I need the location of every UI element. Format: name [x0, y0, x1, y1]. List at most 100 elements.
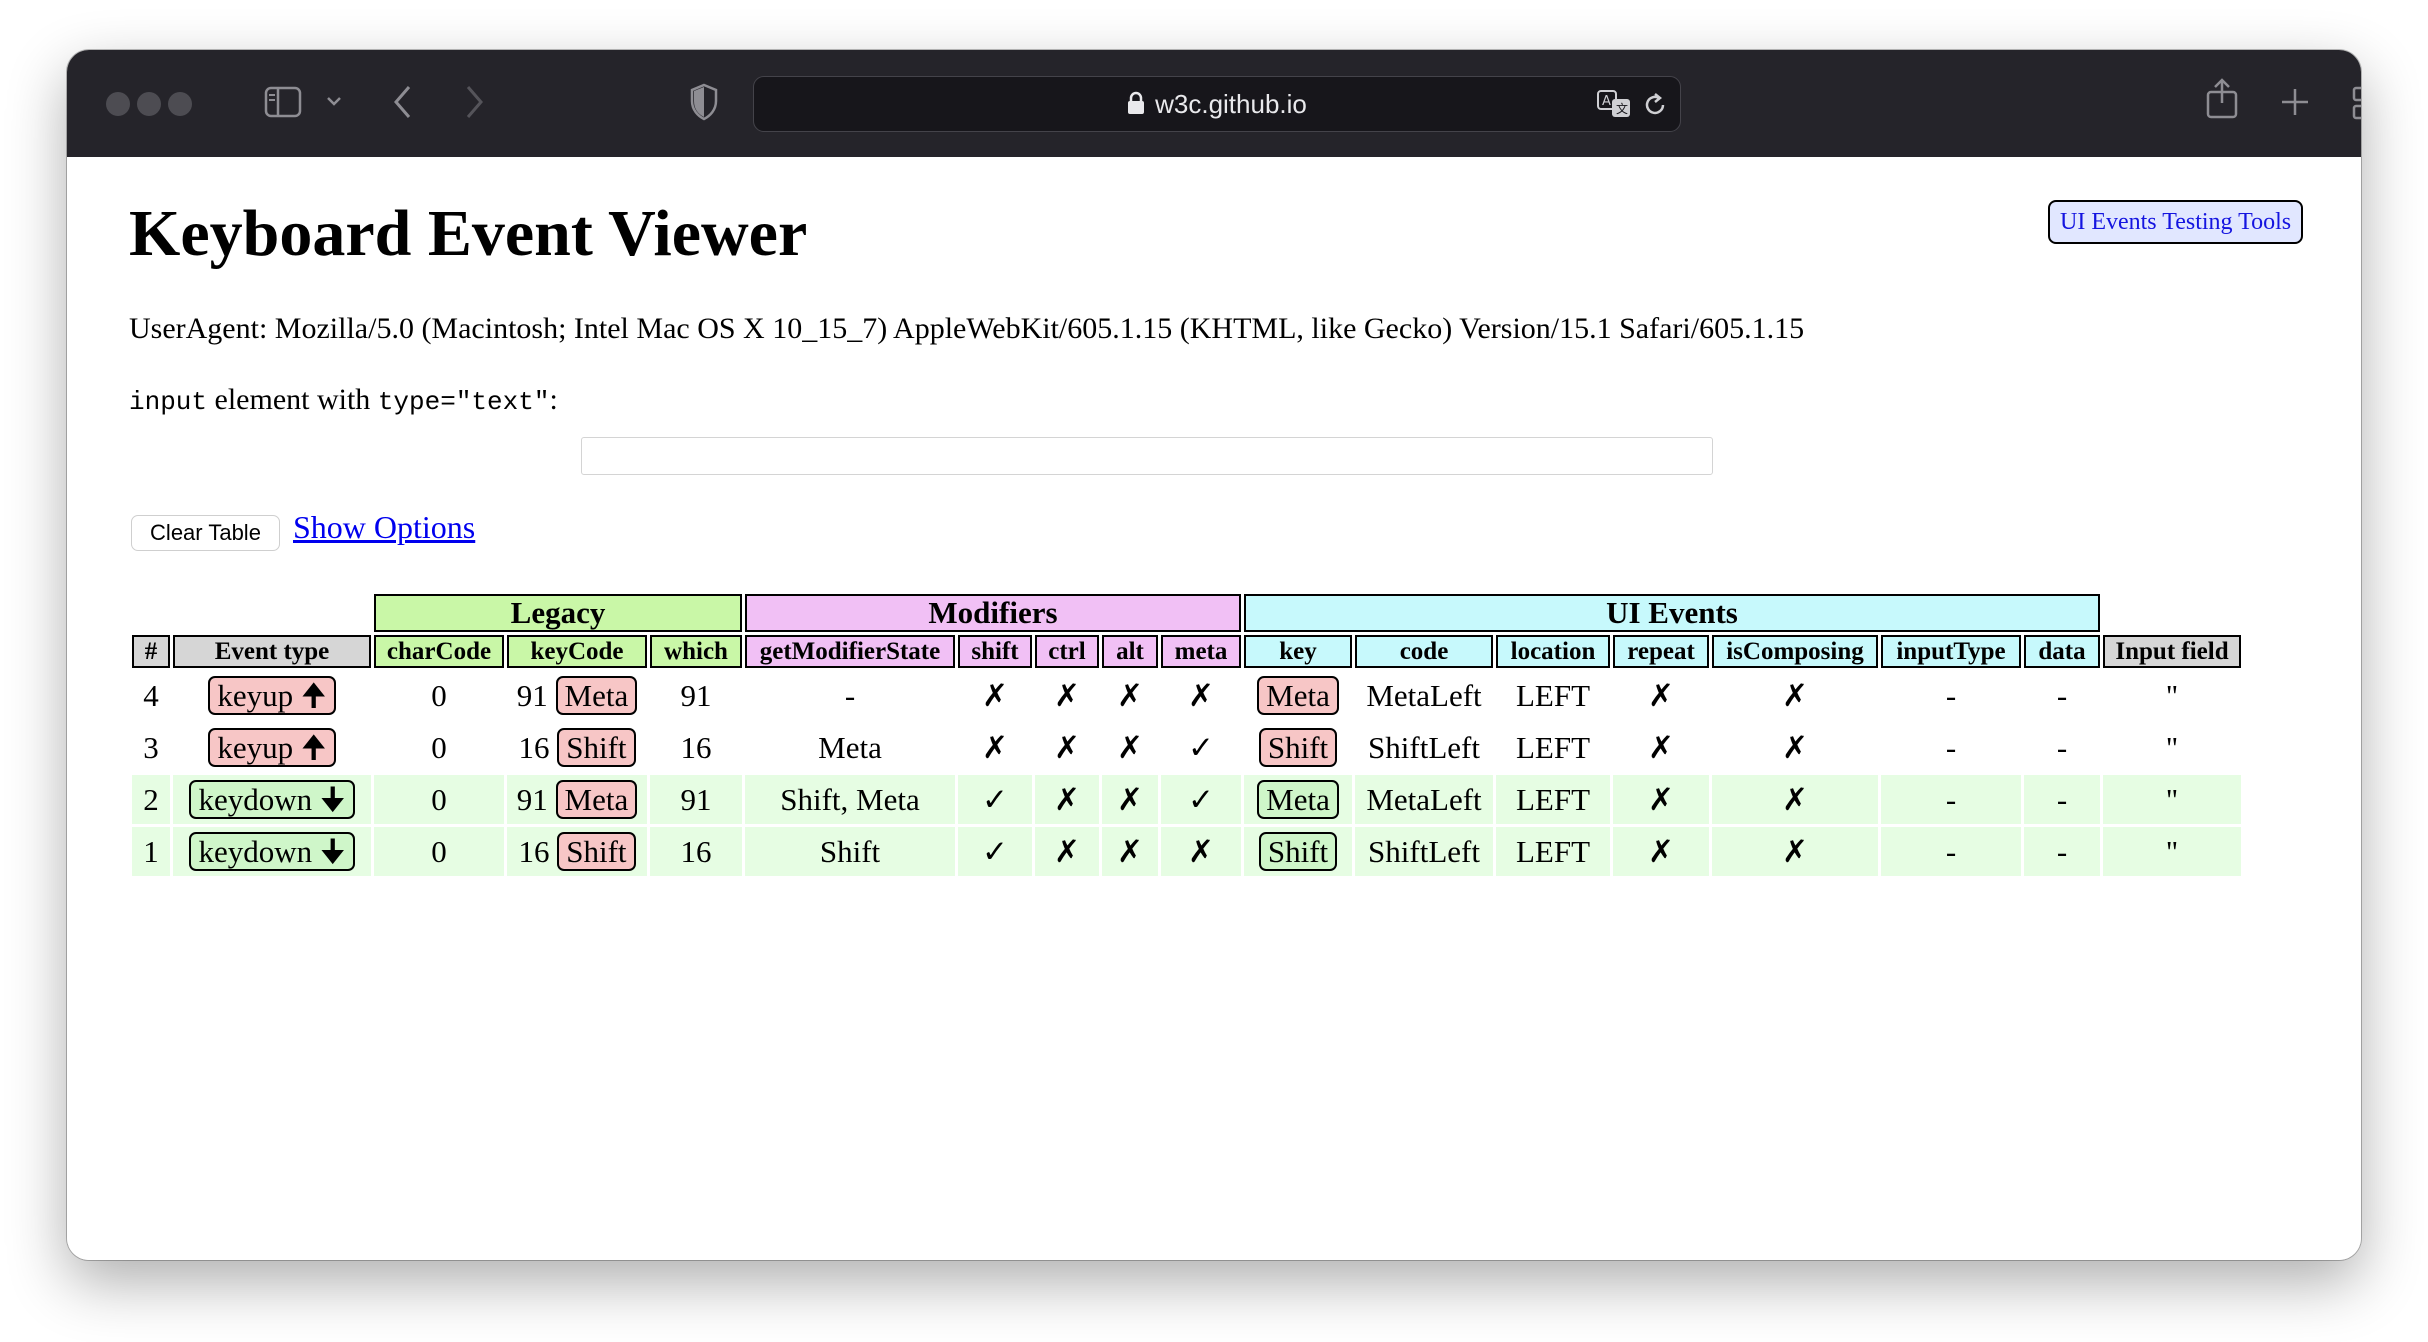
- event-type-label: keyup: [217, 730, 294, 765]
- key-badge: Meta: [1257, 676, 1339, 715]
- cell-code: ShiftLeft: [1355, 827, 1493, 876]
- arrow-down-icon: 🠋: [319, 782, 346, 817]
- cell-which: 16: [680, 729, 712, 765]
- cell-keycode: 91 Meta: [507, 775, 647, 824]
- cell-which: 91: [680, 677, 712, 713]
- shield-icon[interactable]: [689, 83, 719, 121]
- cell-which: 16: [650, 827, 742, 876]
- cell-num: 2: [132, 775, 170, 824]
- group-header-ui-events: UI Events: [1244, 594, 2100, 632]
- chevron-down-icon[interactable]: [326, 95, 342, 107]
- keycode-key-badge: Shift: [557, 832, 636, 871]
- cell-meta: ✓: [1188, 729, 1214, 765]
- cell-data: -: [2024, 827, 2100, 876]
- group-header-row: Legacy Modifiers UI Events: [132, 594, 2241, 632]
- col-header-event-type: Event type: [173, 635, 371, 668]
- cell-input-field: '': [2166, 677, 2178, 713]
- cell-location: LEFT: [1496, 775, 1610, 824]
- minimize-window-button[interactable]: [137, 92, 161, 116]
- cell-keycode: 91 Meta: [507, 671, 647, 720]
- forward-icon[interactable]: [463, 84, 485, 120]
- cell-data: -: [2024, 775, 2100, 824]
- cell-shift: ✓: [958, 827, 1032, 876]
- key-badge: Meta: [1257, 780, 1339, 819]
- cell-ctrl: ✗: [1054, 729, 1080, 765]
- input-label-colon: :: [549, 383, 558, 416]
- key-badge: Shift: [1258, 728, 1338, 767]
- cell-key: Meta: [1244, 671, 1352, 720]
- cell-iscomposing: ✗: [1782, 677, 1808, 713]
- ui-events-tools-link[interactable]: UI Events Testing Tools: [2048, 200, 2304, 244]
- cell-shift: ✓: [958, 775, 1032, 824]
- cell-event-type: keyup 🠉: [173, 723, 371, 772]
- col-header-keycode: keyCode: [507, 635, 647, 668]
- url-text: w3c.github.io: [1155, 89, 1307, 119]
- event-type-label: keydown: [198, 834, 313, 869]
- cell-alt: ✗: [1117, 677, 1143, 713]
- cell-getmodifierstate: Shift: [745, 827, 955, 876]
- col-header-key: key: [1244, 635, 1352, 668]
- cell-which: 91: [650, 775, 742, 824]
- close-window-button[interactable]: [106, 92, 130, 116]
- cell-location: LEFT: [1515, 729, 1591, 765]
- event-type-badge: keydown 🠋: [189, 832, 355, 871]
- cell-event-type: keyup 🠉: [173, 671, 371, 720]
- input-label-code: input: [129, 387, 208, 417]
- keycode-key-badge: Shift: [557, 728, 636, 767]
- cell-num: 3: [143, 729, 159, 765]
- cell-input-field: '': [2166, 729, 2178, 765]
- event-type-label: keydown: [198, 782, 313, 817]
- cell-code: MetaLeft: [1366, 677, 1482, 713]
- svg-text:文: 文: [1616, 101, 1628, 116]
- browser-toolbar: w3c.github.io A 文: [67, 50, 2361, 157]
- translate-icon[interactable]: A 文: [1596, 89, 1634, 119]
- show-options-link[interactable]: Show Options: [293, 509, 475, 546]
- cell-alt: ✗: [1117, 729, 1143, 765]
- cell-alt: ✗: [1102, 775, 1158, 824]
- input-label-type: type="text": [377, 387, 550, 417]
- cell-iscomposing: ✗: [1712, 775, 1878, 824]
- cell-inputtype: -: [1881, 775, 2021, 824]
- text-input-field[interactable]: [581, 437, 1713, 475]
- cell-alt: ✗: [1102, 827, 1158, 876]
- cell-getmodifierstate: Shift, Meta: [745, 775, 955, 824]
- cell-key: Shift: [1244, 827, 1352, 876]
- col-header-shift: shift: [958, 635, 1032, 668]
- col-header-num: #: [132, 635, 170, 668]
- event-type-label: keyup: [217, 678, 294, 713]
- cell-keycode: 16 Shift: [507, 723, 647, 772]
- lock-icon: [1128, 91, 1145, 114]
- address-bar[interactable]: w3c.github.io A 文: [753, 76, 1681, 132]
- clear-table-button[interactable]: Clear Table: [131, 515, 280, 551]
- key-badge: Shift: [1258, 832, 1338, 871]
- useragent-text: UserAgent: Mozilla/5.0 (Macintosh; Intel…: [129, 312, 1805, 345]
- cell-iscomposing: ✗: [1712, 827, 1878, 876]
- reload-icon[interactable]: [1642, 92, 1668, 118]
- event-table: Legacy Modifiers UI Events # Event type …: [129, 591, 2244, 879]
- col-header-iscomposing: isComposing: [1712, 635, 1878, 668]
- cell-charcode: 0: [431, 729, 447, 765]
- arrow-down-icon: 🠋: [319, 834, 346, 869]
- back-icon[interactable]: [392, 84, 414, 120]
- cell-ctrl: ✗: [1035, 775, 1099, 824]
- new-tab-icon[interactable]: [2280, 87, 2310, 117]
- cell-ctrl: ✗: [1054, 677, 1080, 713]
- group-header-legacy: Legacy: [374, 594, 742, 632]
- event-row: 3 keyup 🠉 0 16 Shift 16 Meta ✗ ✗ ✗ ✓ Shift ShiftLef…: [132, 723, 2241, 772]
- cell-event-type: keydown 🠋: [173, 775, 371, 824]
- cell-getmodifierstate: Meta: [818, 729, 882, 765]
- cell-data: -: [2056, 677, 2068, 713]
- cell-event-type: keydown 🠋: [173, 827, 371, 876]
- zoom-window-button[interactable]: [168, 92, 192, 116]
- event-row: 4 keyup 🠉 0 91 Meta 91- ✗ ✗ ✗ ✗ Meta MetaLeft LEFT ✗…: [132, 671, 2241, 720]
- cell-charcode: 0: [431, 677, 447, 713]
- cell-repeat: ✗: [1613, 827, 1709, 876]
- col-header-code: code: [1355, 635, 1493, 668]
- cell-charcode: 0: [374, 775, 504, 824]
- page-title: Keyboard Event Viewer: [129, 197, 808, 270]
- share-icon[interactable]: [2205, 78, 2239, 120]
- sidebar-icon[interactable]: [264, 86, 302, 118]
- keycode-value: 16: [518, 834, 550, 869]
- cell-inputtype: -: [1945, 729, 1957, 765]
- tab-overview-icon[interactable]: [2352, 86, 2361, 120]
